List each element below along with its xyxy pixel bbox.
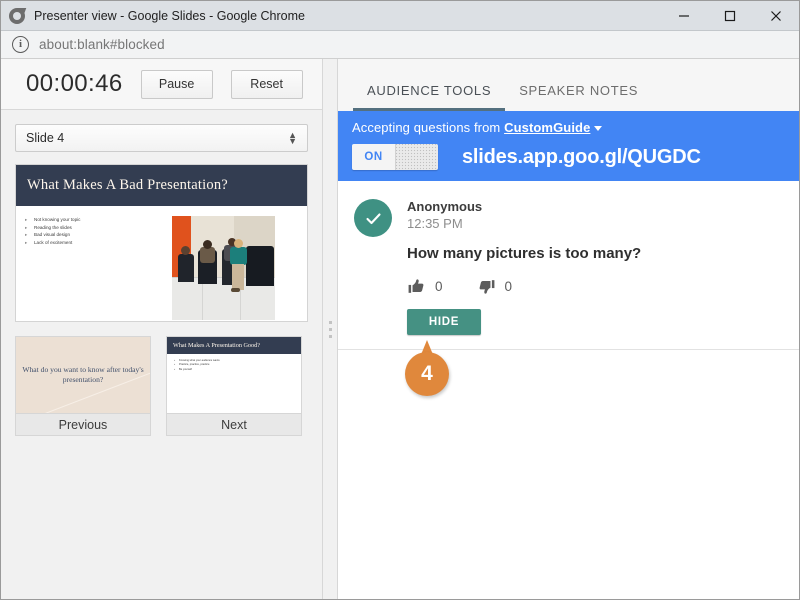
slide-bullet: Bad visual design: [25, 231, 166, 239]
next-slide-bullet: Be yourself: [174, 368, 301, 373]
slide-bullet: Reading the slides: [25, 224, 166, 232]
pause-button[interactable]: Pause: [140, 69, 213, 99]
next-slide-col: What Makes A Presentation Good? Knowing …: [166, 336, 302, 436]
accepting-questions-toggle[interactable]: ON: [352, 144, 438, 170]
caret-down-icon[interactable]: [594, 126, 603, 132]
drag-handle-icon[interactable]: [328, 320, 332, 338]
slide-preview-wrap: What Makes A Bad Presentation? Not knowi…: [1, 152, 322, 322]
minimize-button[interactable]: [661, 1, 707, 30]
question-body: Anonymous 12:35 PM How many pictures is …: [407, 199, 783, 335]
presenter-name-link[interactable]: CustomGuide: [504, 120, 590, 135]
slide-selector[interactable]: Slide 4 ▲ ▼: [15, 124, 308, 152]
tab-audience-tools[interactable]: AUDIENCE TOOLS: [353, 83, 506, 111]
thumbs-down-icon: [479, 280, 494, 294]
slide-bullet: Lack of excitement: [25, 239, 166, 247]
previous-slide-label[interactable]: Previous: [15, 414, 151, 436]
panel-tabs: AUDIENCE TOOLS SPEAKER NOTES: [338, 59, 799, 111]
audience-tools-panel: AUDIENCE TOOLS SPEAKER NOTES Accepting q…: [338, 59, 799, 599]
questions-banner: Accepting questions from CustomGuide ON …: [338, 111, 799, 181]
browser-window: Presenter view - Google Slides - Google …: [0, 0, 800, 600]
audience-photo: [172, 216, 275, 320]
address-bar[interactable]: i about:blank#blocked: [1, 31, 799, 59]
window-title: Presenter view - Google Slides - Google …: [34, 8, 305, 23]
maximize-button[interactable]: [707, 1, 753, 30]
check-circle-icon: [354, 199, 392, 237]
presenter-panel: 00:00:46 Pause Reset Slide 4 ▲ ▼ What Ma…: [1, 59, 322, 599]
thumbs-up-icon: [408, 279, 424, 293]
panel-splitter[interactable]: [322, 59, 338, 599]
title-bar: Presenter view - Google Slides - Google …: [1, 1, 799, 31]
info-circle-icon[interactable]: i: [12, 36, 29, 53]
question-author: Anonymous: [407, 199, 483, 214]
toggle-off-segment[interactable]: [395, 144, 438, 170]
next-slide-title: What Makes A Presentation Good?: [173, 342, 260, 349]
question-votes: 0 0: [407, 277, 783, 296]
previous-slide-thumbnail[interactable]: What do you want to know after today's p…: [15, 336, 151, 414]
previous-slide-col: What do you want to know after today's p…: [15, 336, 151, 436]
reset-button[interactable]: Reset: [230, 69, 303, 99]
questions-list: Anonymous 12:35 PM How many pictures is …: [338, 181, 799, 599]
toggle-on-segment[interactable]: ON: [352, 144, 395, 170]
question-time: 12:35 PM: [407, 216, 463, 231]
previous-slide-text: What do you want to know after today's p…: [22, 365, 144, 384]
questions-url-row: ON slides.app.goo.gl/QUGDC: [338, 135, 799, 170]
slide-body: Not knowing your topic Reading the slide…: [16, 206, 307, 321]
adjacent-slides: What do you want to know after today's p…: [1, 322, 322, 436]
next-slide-bullet-list: Knowing what your audience wants Practic…: [167, 354, 301, 373]
next-slide-thumbnail[interactable]: What Makes A Presentation Good? Knowing …: [166, 336, 302, 414]
hide-question-button[interactable]: HIDE: [407, 309, 481, 335]
slide-selector-value: Slide 4: [26, 131, 65, 145]
thumbs-up-button[interactable]: 0: [407, 277, 443, 296]
accepting-questions-prefix: Accepting questions from: [352, 120, 501, 135]
current-slide-preview[interactable]: What Makes A Bad Presentation? Not knowi…: [15, 164, 308, 322]
slide-title: What Makes A Bad Presentation?: [27, 177, 228, 193]
thumbs-up-count: 0: [435, 279, 443, 294]
question-text: How many pictures is too many?: [407, 245, 642, 262]
main-content: 00:00:46 Pause Reset Slide 4 ▲ ▼ What Ma…: [1, 59, 799, 599]
slide-bullet-list: Not knowing your topic Reading the slide…: [16, 216, 166, 321]
window-controls: [661, 1, 799, 30]
slide-header: What Makes A Bad Presentation?: [16, 165, 307, 206]
timer-display: 00:00:46: [26, 70, 123, 97]
chrome-logo-icon: [9, 7, 25, 24]
slide-selector-wrap: Slide 4 ▲ ▼: [1, 110, 322, 152]
question-item: Anonymous 12:35 PM How many pictures is …: [338, 181, 799, 350]
thumbs-down-button[interactable]: 0: [477, 277, 513, 296]
chevron-down-icon[interactable]: ▼: [288, 137, 297, 146]
next-slide-header: What Makes A Presentation Good?: [167, 337, 301, 354]
timer-toolbar: 00:00:46 Pause Reset: [1, 59, 322, 110]
thumbs-down-count: 0: [504, 279, 513, 294]
close-button[interactable]: [753, 1, 799, 30]
next-slide-label[interactable]: Next: [166, 414, 302, 436]
accepting-questions-row: Accepting questions from CustomGuide: [338, 120, 799, 135]
slide-bullet: Not knowing your topic: [25, 216, 166, 224]
audience-short-url: slides.app.goo.gl/QUGDC: [462, 145, 701, 168]
slide-selector-spinner[interactable]: ▲ ▼: [288, 131, 297, 146]
address-bar-url: about:blank#blocked: [39, 37, 165, 52]
tab-speaker-notes[interactable]: SPEAKER NOTES: [505, 83, 652, 111]
